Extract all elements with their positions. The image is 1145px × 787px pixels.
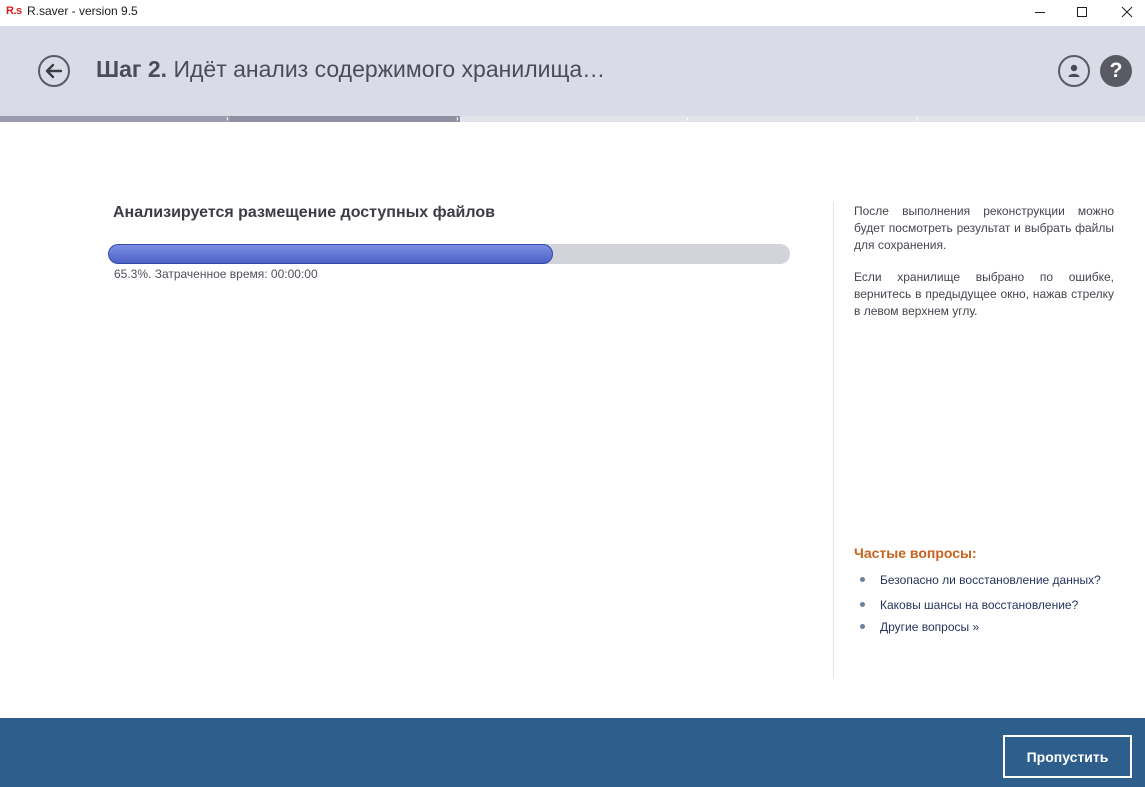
- bullet-icon: [860, 602, 865, 608]
- faq-title: Частые вопросы:: [854, 545, 977, 561]
- skip-button[interactable]: Пропустить: [1003, 735, 1132, 778]
- step-segment: [920, 116, 1145, 122]
- step-segment: [460, 116, 690, 122]
- step-indicator: › › › ›: [0, 114, 1145, 123]
- help-button[interactable]: ?: [1100, 55, 1132, 87]
- progress-status: 65.3%. Затраченное время: 00:00:00: [114, 267, 318, 281]
- faq-link-label: Другие вопросы »: [880, 620, 980, 634]
- minimize-icon[interactable]: [1022, 0, 1058, 24]
- window-title: R.saver - version 9.5: [27, 4, 138, 18]
- maximize-icon[interactable]: [1064, 0, 1100, 24]
- bullet-icon: [860, 577, 865, 583]
- progress-bar: [108, 244, 790, 264]
- faq-link[interactable]: Другие вопросы »: [860, 620, 979, 634]
- faq-link[interactable]: Каковы шансы на восстановление?: [860, 598, 1078, 612]
- progress-heading: Анализируется размещение доступных файло…: [113, 204, 495, 221]
- app-logo: R.s: [6, 5, 22, 17]
- faq-link-label: Безопасно ли восстановление данных?: [880, 573, 1101, 587]
- faq-link-label: Каковы шансы на восстановление?: [880, 598, 1079, 612]
- bullet-icon: [860, 624, 865, 630]
- step-chevron-icon: ›: [916, 114, 919, 123]
- question-icon: ?: [1109, 59, 1123, 82]
- step-segment: [230, 116, 460, 122]
- step-chevron-icon: ›: [226, 114, 229, 123]
- close-icon[interactable]: [1109, 0, 1145, 24]
- step-chevron-icon: ›: [456, 114, 459, 123]
- step-title: Идёт анализ содержимого хранилища…: [173, 56, 606, 82]
- step-segment: [690, 116, 920, 122]
- back-button[interactable]: [38, 55, 70, 87]
- wizard-footer: Пропустить: [0, 718, 1145, 787]
- progress-bar-fill: [108, 244, 554, 264]
- account-button[interactable]: [1058, 55, 1090, 87]
- window-titlebar: R.s R.saver - version 9.5: [0, 0, 1145, 24]
- panel-divider: [833, 202, 834, 679]
- info-paragraph-2: Если хранилище выбрано по ошибке, вернит…: [854, 270, 1114, 318]
- page-title: Шаг 2. Идёт анализ содержимого хранилища…: [96, 56, 605, 83]
- step-chevron-icon: ›: [686, 114, 689, 123]
- wizard-header: Шаг 2. Идёт анализ содержимого хранилища…: [0, 26, 1145, 116]
- faq-link[interactable]: Безопасно ли восстановление данных?: [860, 573, 1101, 587]
- info-paragraph-1: После выполнения реконструкции можно буд…: [854, 204, 1114, 252]
- step-segment: [0, 116, 230, 122]
- arrow-left-icon: [45, 63, 63, 79]
- user-icon: [1068, 64, 1080, 77]
- step-label: Шаг 2.: [96, 56, 168, 82]
